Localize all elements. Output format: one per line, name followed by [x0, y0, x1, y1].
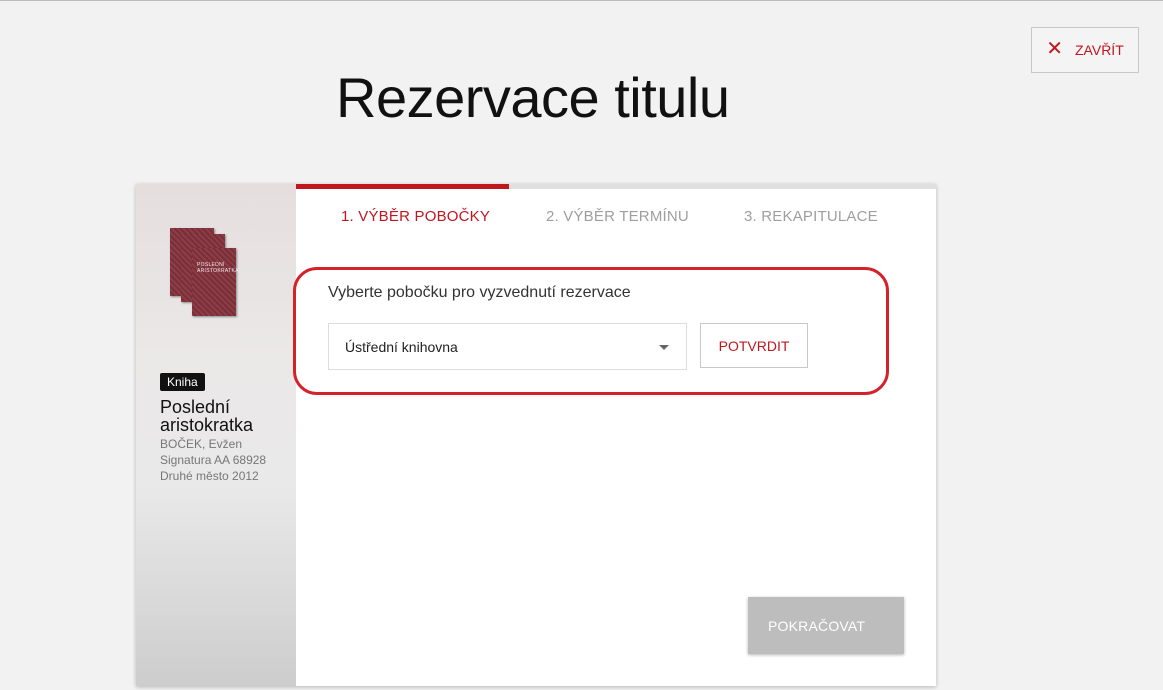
- book-author: BOČEK, Evžen: [160, 437, 243, 451]
- close-icon: ✕: [1046, 38, 1063, 60]
- step-progress-fill: [296, 184, 510, 189]
- step-progress-bar: [296, 184, 936, 189]
- book-cover-front: POSLEDNÍ ARISTOKRATKA: [192, 248, 239, 316]
- book-edition: Druhé město 2012: [160, 469, 259, 483]
- reservation-card: POSLEDNÍ ARISTOKRATKA Kniha Poslední ari…: [136, 184, 936, 686]
- book-meta: BOČEK, Evžen Signatura AA 68928 Druhé mě…: [160, 436, 266, 484]
- continue-button[interactable]: POKRAČOVAT: [748, 597, 904, 654]
- page-title: Rezervace titulu: [336, 66, 730, 129]
- book-cover-image: POSLEDNÍ ARISTOKRATKA: [170, 228, 240, 324]
- document-type-badge: Kniha: [160, 373, 205, 391]
- close-button[interactable]: ✕ ZAVŘÍT: [1031, 27, 1139, 73]
- branch-select[interactable]: Ústřední knihovna: [328, 323, 687, 370]
- book-cover-text: POSLEDNÍ ARISTOKRATKA: [197, 262, 239, 274]
- book-signature: Signatura AA 68928: [160, 453, 267, 467]
- confirm-button[interactable]: POTVRDIT: [700, 323, 808, 368]
- close-label: ZAVŘÍT: [1075, 42, 1124, 58]
- book-title: Poslední aristokratka: [160, 397, 254, 435]
- tab-summary[interactable]: 3. REKAPITULACE: [744, 208, 878, 225]
- reservation-main: 1. VÝBĚR POBOČKY 2. VÝBĚR TERMÍNU 3. REK…: [293, 184, 936, 686]
- tab-branch-selection[interactable]: 1. VÝBĚR POBOČKY: [341, 208, 490, 225]
- tab-date-selection[interactable]: 2. VÝBĚR TERMÍNU: [546, 208, 689, 225]
- chevron-down-icon: [659, 345, 669, 350]
- branch-prompt: Vyberte pobočku pro vyzvednutí rezervace: [328, 284, 631, 301]
- branch-select-value: Ústřední knihovna: [345, 338, 458, 355]
- book-sidebar: POSLEDNÍ ARISTOKRATKA Kniha Poslední ari…: [136, 184, 296, 686]
